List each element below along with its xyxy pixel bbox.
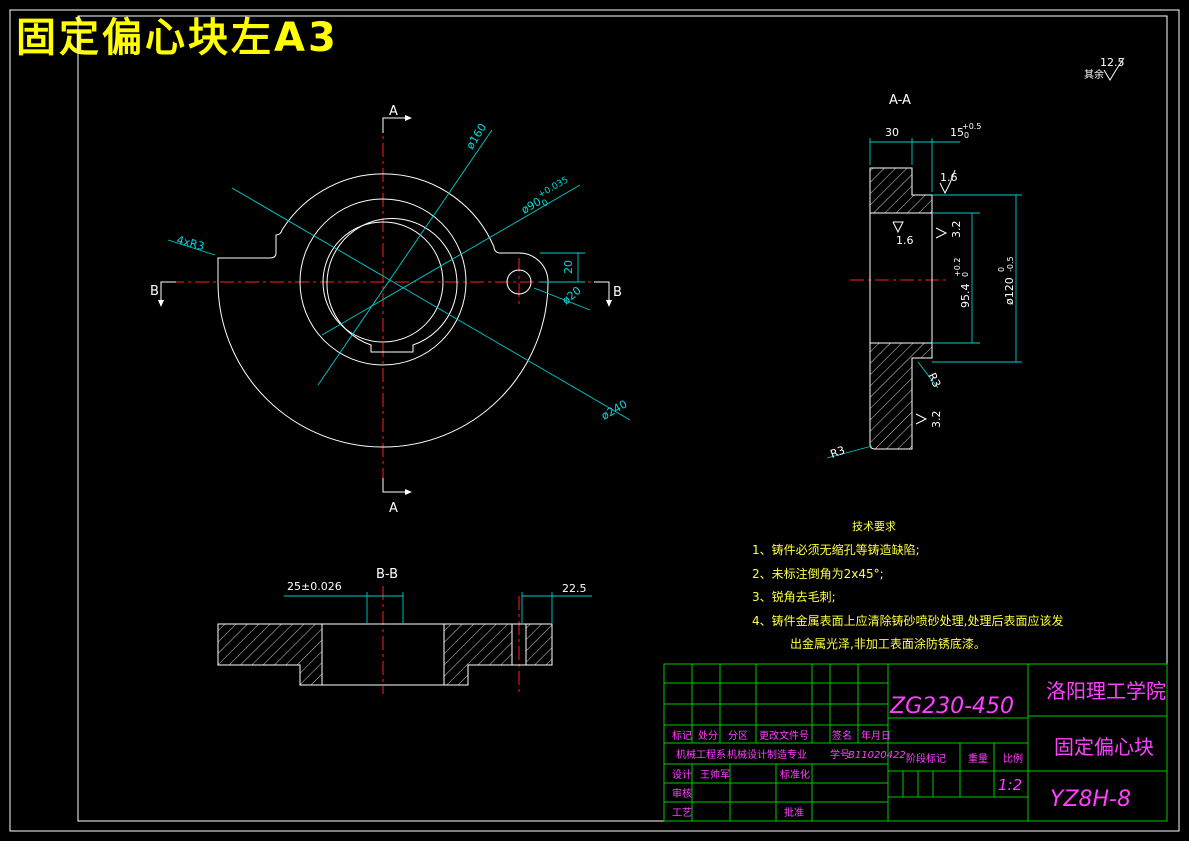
tb-ratio-label: 比例 xyxy=(1003,752,1023,765)
rough-rest-value: 12.5 xyxy=(1100,56,1125,69)
dim-line-d160 xyxy=(317,129,493,386)
aa-upper-section xyxy=(869,167,933,214)
bb-lug-section xyxy=(525,623,553,666)
tb-designer-label: 设计 xyxy=(672,768,692,781)
aa-lower-section xyxy=(869,342,933,450)
tb-standard-label: 标准化 xyxy=(780,768,810,781)
section-aa-label: A-A xyxy=(889,93,911,108)
dim-95-4-tol-low: 0 xyxy=(961,272,970,277)
tb-check-label: 审核 xyxy=(672,787,692,800)
dim-d120-tol: 0 xyxy=(997,267,1006,272)
dim-d90-tol-low: 0 xyxy=(541,198,551,210)
tech-item-2: 2、未标注倒角为2x45°; xyxy=(752,566,884,581)
tb-header-count: 处分 xyxy=(698,730,718,742)
dim-d120: ø120 xyxy=(1003,277,1016,305)
tb-drawing-no: YZ8H-8 xyxy=(1050,787,1131,812)
main-view: ø160 ø90 +0.035 0 4xR3 20 ø20 ø240 A A B… xyxy=(150,104,631,516)
section-label-a-bottom: A xyxy=(389,501,398,516)
roughness-rest: 12.5 其余 xyxy=(1084,56,1125,81)
section-label-b-right: B xyxy=(613,285,622,300)
dim-22-5: 22.5 xyxy=(562,582,587,595)
roughness-symbol xyxy=(892,221,904,234)
dim-d20: ø20 xyxy=(560,284,584,307)
tb-process-label: 工艺 xyxy=(672,807,692,819)
tb-header-date: 年月日 xyxy=(861,729,891,742)
section-arrow-a-top xyxy=(382,117,405,133)
tb-part-name: 固定偏心块 xyxy=(1054,735,1154,759)
tech-item-4: 4、铸件金属表面上应清除铸砂喷砂处理,处理后表面应该发 xyxy=(752,613,1063,628)
section-arrow-a-bottom xyxy=(382,478,405,493)
tb-designer-name: 王帅军 xyxy=(700,768,730,781)
tb-header-doc: 更改文件号 xyxy=(759,729,809,742)
bb-right-section xyxy=(443,623,513,686)
tb-dept: 机械工程系 xyxy=(676,748,726,761)
tech-heading: 技术要求 xyxy=(852,520,896,533)
section-bb-label: B-B xyxy=(376,567,398,582)
rough-rest-label: 其余 xyxy=(1084,68,1104,81)
rough-3-2-top: 3.2 xyxy=(950,221,963,239)
dim-line-d90 xyxy=(321,184,581,336)
tb-header-zone: 分区 xyxy=(728,730,748,742)
section-aa-view: A-A 30 15 +0.5 0 95.4 +0.2 0 ø120 0 -0.5… xyxy=(826,93,1022,461)
aa-bore-outline xyxy=(869,212,933,344)
tb-material: ZG230-450 xyxy=(889,694,1014,719)
dim-30: 30 xyxy=(885,126,899,139)
dim-15-tol-low: 0 xyxy=(964,131,969,140)
cad-drawing: ø160 ø90 +0.035 0 4xR3 20 ø20 ø240 A A B… xyxy=(9,9,1180,832)
tb-weight-label: 重量 xyxy=(968,752,988,765)
dim-r3-inner: R3 xyxy=(925,371,943,390)
dim-d120-tol-low: -0.5 xyxy=(1006,256,1015,272)
tech-item-5: 出金属光泽,非加工表面涂防锈底漆。 xyxy=(790,636,986,651)
tb-header-mark: 标记 xyxy=(672,730,692,742)
arrow-head xyxy=(158,300,164,307)
arrow-head xyxy=(405,489,412,495)
rough-3-2-bottom: 3.2 xyxy=(930,411,943,429)
section-arrow-b-right xyxy=(594,281,610,300)
dim-95-4: 95.4 xyxy=(959,284,972,309)
roughness-symbol xyxy=(915,413,928,425)
section-bb-view: B-B 25±0.026 22.5 xyxy=(217,567,592,694)
roughness-symbol xyxy=(935,227,948,239)
arrow-head xyxy=(405,115,412,121)
tech-item-1: 1、铸件必须无缩孔等铸造缺陷; xyxy=(752,542,920,557)
tb-major: 机械设计制造专业 xyxy=(727,748,807,761)
bore-with-keyway xyxy=(326,218,458,353)
section-arrow-b-left xyxy=(160,281,176,300)
dim-20: 20 xyxy=(562,260,575,274)
dim-d90-tol: +0.035 xyxy=(537,175,571,200)
tb-student-label: 学号 xyxy=(830,748,850,761)
dim-15-tol: +0.5 xyxy=(962,122,981,131)
tb-approve-label: 批准 xyxy=(784,806,804,819)
dim-25: 25±0.026 xyxy=(287,580,342,593)
section-label-a-top: A xyxy=(389,104,398,119)
tech-item-3: 3、锐角去毛刺; xyxy=(752,590,836,604)
bb-left-section xyxy=(217,623,323,686)
dim-d240: ø240 xyxy=(599,397,630,422)
dim-r3-count: 4xR3 xyxy=(175,233,206,253)
section-label-b-left: B xyxy=(150,284,159,299)
tb-stage-label: 阶段标记 xyxy=(906,752,946,765)
title-block: 标记 处分 分区 更改文件号 签名 年月日 机械工程系 机械设计制造专业 学号 … xyxy=(663,663,1168,822)
tb-school: 洛阳理工学院 xyxy=(1046,679,1166,703)
rough-1-6-top: 1.6 xyxy=(940,171,958,184)
arrow-head xyxy=(606,300,612,307)
rough-1-6-mid: 1.6 xyxy=(896,234,914,247)
tb-student-no: B11020422 xyxy=(848,750,906,761)
tech-requirements: 技术要求 1、铸件必须无缩孔等铸造缺陷; 2、未标注倒角为2x45°; 3、锐角… xyxy=(752,520,1063,651)
tb-header-sign: 签名 xyxy=(832,729,852,742)
dim-d160: ø160 xyxy=(464,121,490,151)
tb-scale: 1:2 xyxy=(998,776,1022,794)
dim-r3-outer: R3 xyxy=(829,444,847,461)
